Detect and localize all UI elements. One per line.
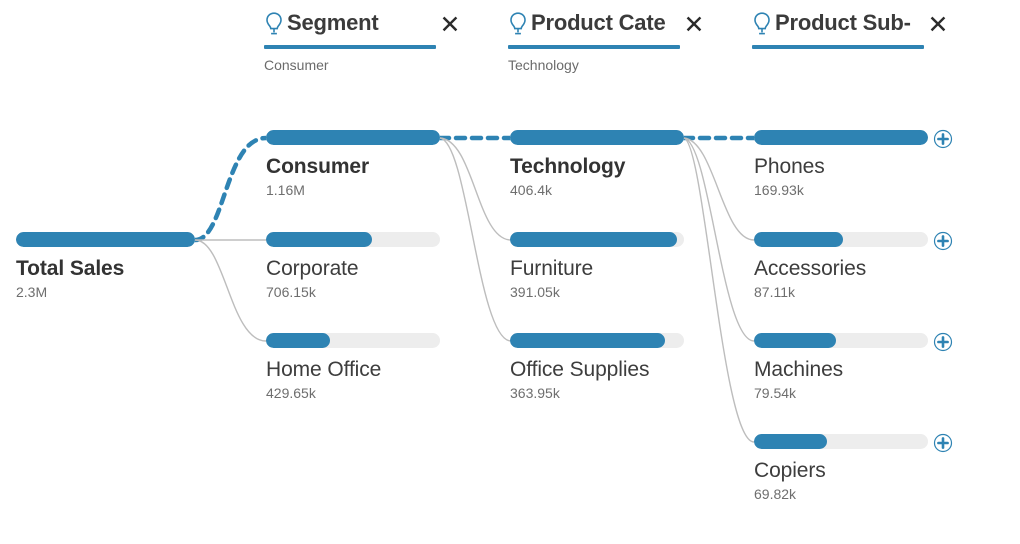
link-consumer-furniture (439, 137, 512, 241)
node-value: 79.54k (754, 385, 797, 401)
node-bar[interactable] (754, 434, 928, 449)
node-bar[interactable] (754, 232, 928, 247)
lightbulb-icon (754, 12, 770, 35)
node-label: Furniture (510, 257, 594, 280)
node-bar[interactable] (754, 130, 928, 145)
node-bar[interactable] (510, 333, 684, 348)
node-label: Total Sales (16, 257, 125, 280)
expand-copiers-icon[interactable] (933, 433, 953, 453)
link-root-home-office (194, 239, 267, 342)
node-label: Phones (754, 155, 825, 178)
node-bar[interactable] (510, 232, 684, 247)
node-bar-fill (510, 130, 684, 145)
node-label: Machines (754, 358, 844, 381)
node-label: Corporate (266, 257, 359, 280)
node-value: 1.16M (266, 182, 305, 198)
breadcrumb-close-product-category[interactable]: ✕ (682, 12, 706, 38)
expand-machines-icon[interactable] (933, 332, 953, 352)
node-bar[interactable] (16, 232, 195, 247)
node-bar-fill (754, 232, 843, 247)
node-label: Accessories (754, 257, 867, 280)
expand-accessories-icon[interactable] (933, 231, 953, 251)
expand-phones-icon[interactable] (933, 129, 953, 149)
node-bar[interactable] (266, 130, 440, 145)
node-value: 2.3M (16, 284, 48, 300)
node-bar-fill (266, 130, 440, 145)
node-value: 429.65k (266, 385, 316, 401)
node-bar-fill (16, 232, 195, 247)
node-value: 391.05k (510, 284, 560, 300)
breadcrumb-underline (508, 45, 680, 49)
link-consumer-office-supplies (439, 137, 512, 342)
node-accessories[interactable]: Accessories 87.11k (754, 232, 928, 301)
node-bar[interactable] (754, 333, 928, 348)
node-corporate[interactable]: Corporate 706.15k (266, 232, 440, 301)
node-label: Copiers (754, 459, 826, 482)
node-bar-fill (510, 232, 677, 247)
node-bar-fill (754, 130, 928, 145)
node-machines[interactable]: Machines 79.54k (754, 333, 928, 402)
node-bar[interactable] (510, 130, 684, 145)
breadcrumb-underline (752, 45, 924, 49)
node-bar-fill (754, 333, 836, 348)
lightbulb-icon (266, 12, 282, 35)
node-bar[interactable] (266, 333, 440, 348)
node-phones[interactable]: Phones 169.93k (754, 130, 928, 199)
node-value: 406.4k (510, 182, 553, 198)
breadcrumb-product-sub-category[interactable]: Product Sub- (752, 10, 924, 57)
node-furniture[interactable]: Furniture 391.05k (510, 232, 684, 301)
node-consumer[interactable]: Consumer 1.16M (266, 130, 440, 199)
breadcrumb-subtitle: Technology (508, 57, 579, 73)
node-office-supplies[interactable]: Office Supplies 363.95k (510, 333, 684, 402)
breadcrumb-segment[interactable]: Segment Consumer (264, 10, 436, 73)
link-root-consumer (192, 135, 269, 243)
node-technology[interactable]: Technology 406.4k (510, 130, 684, 199)
node-label: Office Supplies (510, 358, 650, 381)
breadcrumb-title: Product Cate (531, 10, 666, 35)
node-value: 87.11k (754, 284, 795, 300)
node-bar-fill (510, 333, 665, 348)
link-technology-machines (683, 137, 755, 342)
link-technology-accessories (683, 137, 755, 241)
decomposition-tree: Segment Consumer ✕ Product Cate Technolo… (0, 0, 1020, 544)
node-value: 706.15k (266, 284, 316, 300)
node-value: 169.93k (754, 182, 804, 198)
breadcrumb-subtitle: Consumer (264, 57, 329, 73)
lightbulb-icon (510, 12, 526, 35)
node-value: 69.82k (754, 486, 797, 502)
node-bar[interactable] (266, 232, 440, 247)
node-label: Technology (510, 155, 626, 178)
node-bar-fill (266, 333, 330, 348)
node-label: Consumer (266, 155, 370, 178)
breadcrumb-title: Product Sub- (775, 10, 911, 35)
node-value: 363.95k (510, 385, 560, 401)
node-home-office[interactable]: Home Office 429.65k (266, 333, 440, 402)
node-copiers[interactable]: Copiers 69.82k (754, 434, 928, 503)
node-bar-fill (266, 232, 372, 247)
breadcrumb-close-product-sub-category[interactable]: ✕ (926, 12, 950, 38)
node-total-sales[interactable]: Total Sales 2.3M (16, 232, 196, 301)
breadcrumb-underline (264, 45, 436, 49)
breadcrumb-close-segment[interactable]: ✕ (438, 12, 462, 38)
node-bar-fill (754, 434, 827, 449)
link-technology-copiers (683, 137, 755, 443)
breadcrumb-title: Segment (287, 10, 379, 35)
node-label: Home Office (266, 358, 382, 381)
breadcrumb-product-category[interactable]: Product Cate Technology (508, 10, 680, 73)
